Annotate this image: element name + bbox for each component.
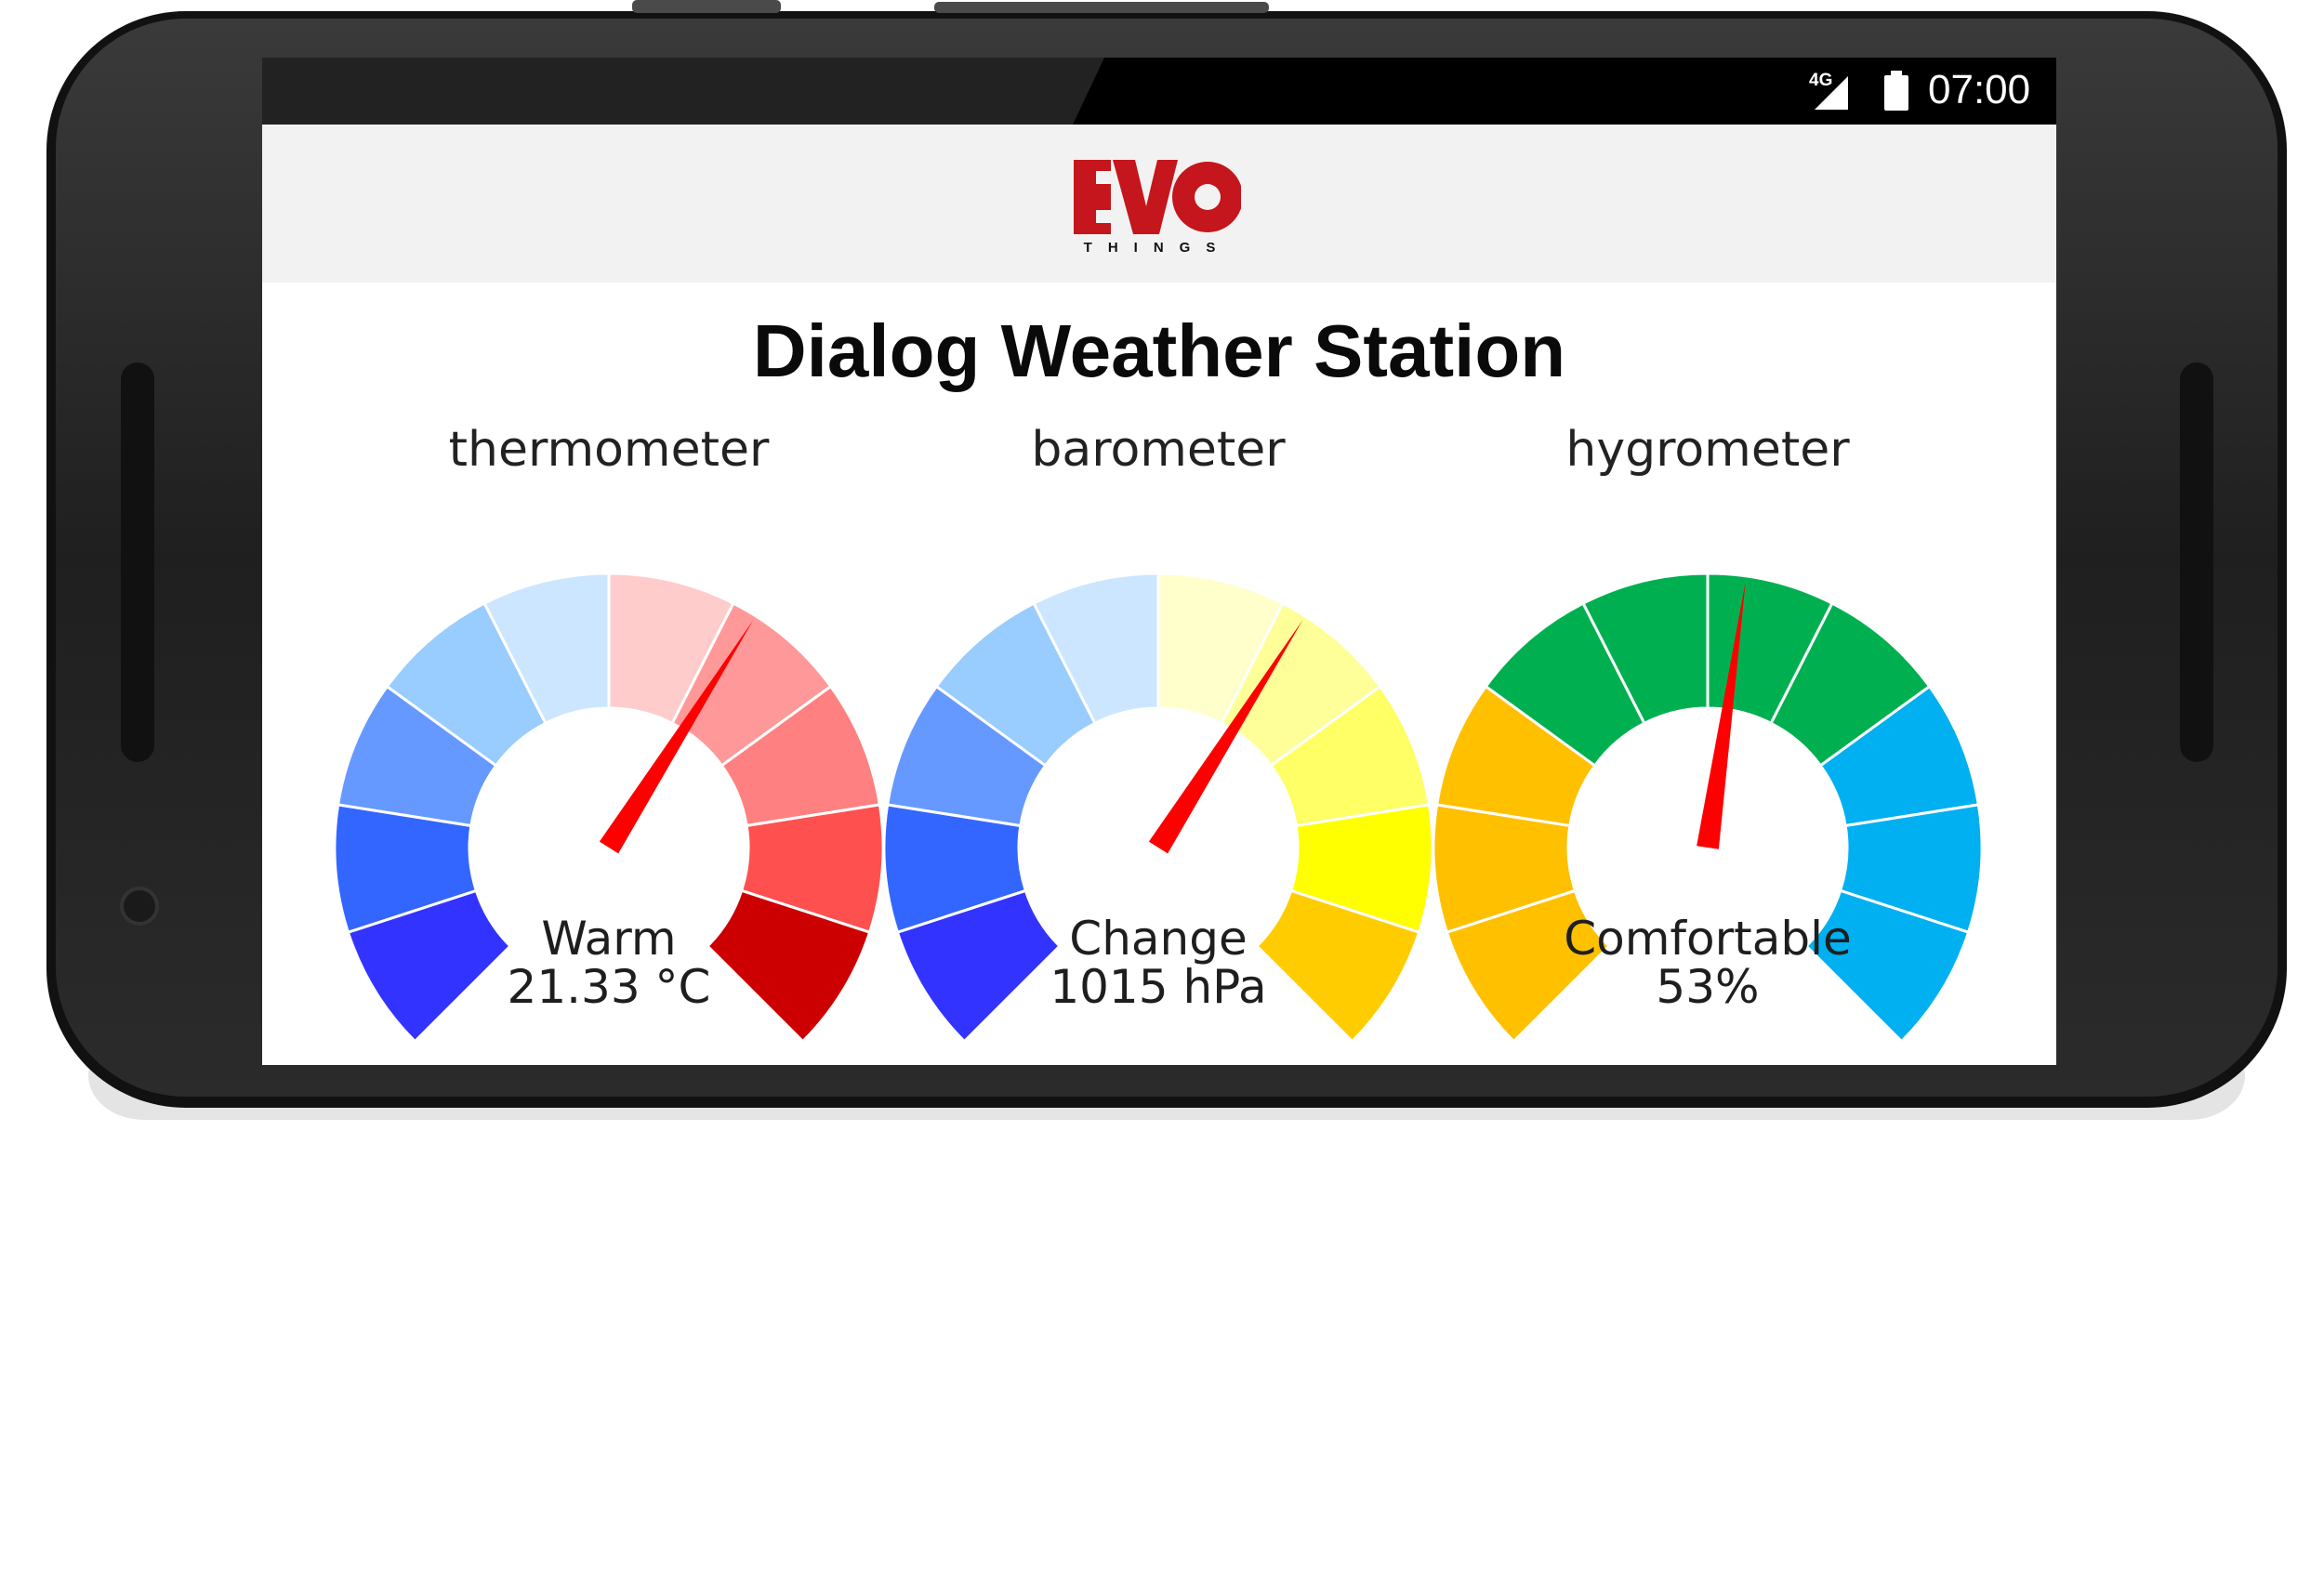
barometer-readout: Change 1015 hPa [879, 914, 1437, 1011]
phone-screen: 4G 07:00 THINGS Dialog Weather Station t… [262, 58, 2056, 1065]
thermometer-value: 21.33 °C [507, 960, 711, 1014]
hygrometer-readout: Comfortable 53% [1429, 914, 1987, 1011]
phone-frame: 4G 07:00 THINGS Dialog Weather Station t… [0, 0, 2324, 1578]
clock: 07:00 [1928, 67, 2031, 112]
signal-icon [1815, 76, 1848, 110]
hygrometer-status: Comfortable [1564, 912, 1852, 966]
thermometer-readout: Warm 21.33 °C [330, 914, 888, 1011]
evo-logo-mark [1074, 160, 1243, 234]
evothings-logo: THINGS [1074, 160, 1243, 256]
thermometer-status: Warm [541, 912, 677, 966]
hygrometer-label: hygrometer [1565, 422, 1850, 478]
thermometer-label: thermometer [448, 422, 770, 478]
barometer-status: Change [1069, 912, 1248, 966]
barometer-label: barometer [1031, 422, 1286, 478]
logo-subtext: THINGS [1083, 240, 1232, 256]
barometer-value: 1015 hPa [1050, 960, 1267, 1014]
app-header: THINGS [262, 125, 2056, 283]
battery-icon [1884, 71, 1908, 111]
status-bar-background [262, 58, 1104, 125]
hygrometer-value: 53% [1656, 960, 1760, 1014]
status-bar: 4G 07:00 [262, 58, 2056, 125]
page-title: Dialog Weather Station [752, 309, 1566, 392]
